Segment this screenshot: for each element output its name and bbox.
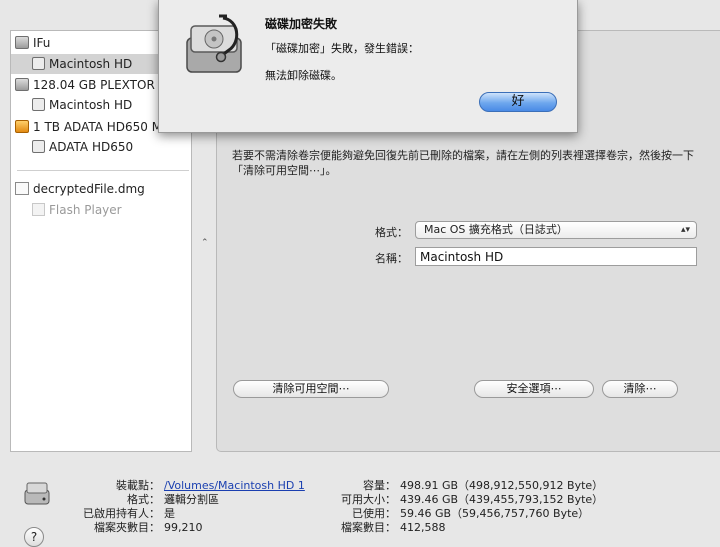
file-count-label: 檔案數目： [341, 521, 396, 534]
external-disk-icon [15, 120, 29, 133]
folder-count-label: 檔案夾數目： [94, 521, 160, 534]
sidebar-item-label: ADATA HD650 [49, 140, 134, 154]
file-count-value: 412,588 [400, 521, 446, 534]
sidebar-item-label: IFu [33, 36, 51, 50]
mount-point-label: 裝載點： [116, 479, 160, 492]
mount-point-link[interactable]: /Volumes/Macintosh HD 1 [164, 479, 305, 493]
capacity-label: 容量： [363, 479, 396, 492]
security-options-button[interactable]: 安全選項⋯ [474, 380, 594, 398]
disk-image-icon [15, 182, 29, 195]
volume-icon [32, 98, 45, 111]
format-info-label: 格式： [127, 493, 160, 506]
owners-enabled-value: 是 [164, 507, 175, 520]
sidebar-item-label: Macintosh HD [49, 57, 133, 71]
format-info-value: 邏輯分割區 [164, 493, 219, 506]
erase-free-space-button[interactable]: 清除可用空間⋯ [233, 380, 389, 398]
volume-icon [32, 140, 45, 153]
splitter-handle[interactable]: ⌃ [201, 238, 209, 248]
volume-icon [32, 57, 45, 70]
up-down-arrows-icon: ▴▾ [680, 225, 690, 235]
sidebar-item-flash-player[interactable]: Flash Player [11, 200, 191, 220]
sidebar-item-label: 128.04 GB PLEXTOR P... [33, 78, 176, 92]
format-label: 格式： [375, 226, 408, 239]
folder-count-value: 99,210 [164, 521, 203, 534]
name-input[interactable] [415, 247, 697, 266]
sidebar-item-label: decryptedFile.dmg [33, 182, 145, 196]
sidebar-item-label: Macintosh HD [49, 98, 133, 112]
used-label: 已使用： [352, 507, 396, 520]
format-select[interactable]: Mac OS 擴充格式（日誌式） ▴▾ [415, 221, 697, 239]
hard-disk-icon [15, 78, 29, 91]
name-label: 名稱： [375, 252, 408, 265]
hard-disk-icon [15, 36, 29, 49]
erase-button[interactable]: 清除⋯ [602, 380, 678, 398]
volume-icon [32, 203, 45, 216]
used-value: 59.46 GB（59,456,757,760 Byte） [400, 507, 590, 520]
erase-instructions: 若要不需清除卷宗便能夠避免回復先前已刪除的檔案，請在左側的列表裡選擇卷宗，然後按… [232, 149, 694, 177]
available-label: 可用大小： [341, 493, 396, 506]
ok-button[interactable]: 好 [479, 92, 557, 112]
sidebar-item-decrypted-dmg[interactable]: decryptedFile.dmg [11, 179, 191, 199]
format-select-value: Mac OS 擴充格式（日誌式） [424, 223, 568, 236]
alert-message: 「磁碟加密」失敗，發生錯誤： [265, 42, 419, 55]
help-button[interactable]: ? [24, 527, 44, 547]
disk-utility-stethoscope-icon [186, 14, 242, 73]
alert-title: 磁碟加密失敗 [265, 17, 338, 31]
sidebar-item-adata-volume[interactable]: ADATA HD650 [11, 137, 191, 157]
sidebar-divider [17, 170, 189, 171]
available-value: 439.46 GB（439,455,793,152 Byte） [400, 493, 604, 506]
capacity-value: 498.91 GB（498,912,550,912 Byte） [400, 479, 604, 492]
alert-sheet: 磁碟加密失敗 「磁碟加密」失敗，發生錯誤： 無法卸除磁碟。 好 [158, 0, 578, 133]
sidebar-item-label: Flash Player [49, 203, 122, 217]
owners-enabled-label: 已啟用持有人： [83, 507, 160, 520]
sidebar-item-label: 1 TB ADATA HD650 M... [33, 120, 174, 134]
alert-detail: 無法卸除磁碟。 [265, 69, 342, 82]
